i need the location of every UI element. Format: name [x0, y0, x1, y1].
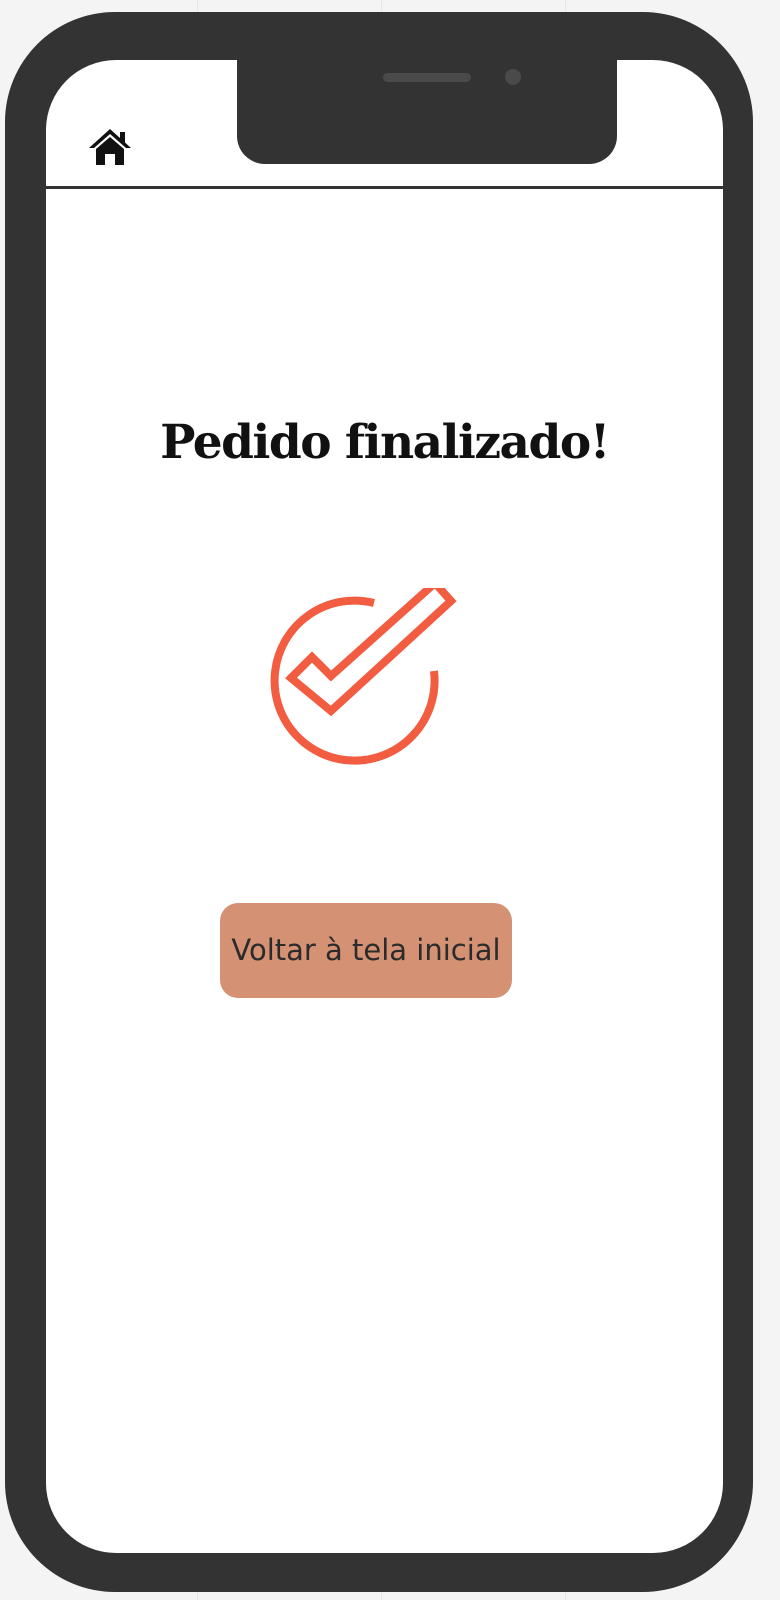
home-button[interactable] [86, 127, 134, 167]
header-divider [46, 186, 723, 189]
phone-notch [237, 60, 617, 164]
back-to-home-button[interactable]: Voltar à tela inicial [220, 903, 512, 998]
check-circle-icon [270, 588, 457, 765]
phone-frame: Pedido finalizado! Voltar à tela inicial [5, 12, 753, 1592]
page-title: Pedido finalizado! [160, 415, 610, 470]
speaker-grille [383, 73, 471, 82]
home-icon [89, 129, 131, 165]
phone-screen: Pedido finalizado! Voltar à tela inicial [46, 60, 723, 1553]
front-camera [505, 69, 521, 85]
